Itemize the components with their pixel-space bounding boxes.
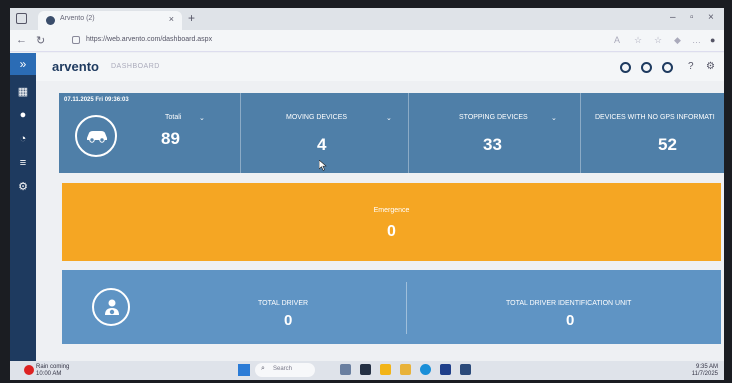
file-explorer-icon[interactable] bbox=[380, 364, 391, 375]
browser-titlebar: Arvento (2) × + – ▫ × bbox=[10, 8, 724, 30]
status-icon-2[interactable] bbox=[641, 62, 652, 73]
clock-date: 11/7/2025 bbox=[691, 371, 718, 377]
globe-icon[interactable]: ● bbox=[17, 109, 29, 121]
url-field[interactable]: https://web.arvento.com/dashboard.aspx bbox=[72, 33, 592, 49]
sidebar-toggle-icon[interactable]: » bbox=[10, 53, 36, 75]
tab-title: Arvento (2) bbox=[60, 15, 95, 22]
read-aloud-icon[interactable]: A bbox=[614, 35, 620, 45]
address-bar: ← ↻ https://web.arvento.com/dashboard.as… bbox=[10, 30, 724, 52]
help-icon[interactable]: ? bbox=[688, 61, 694, 72]
url-text: https://web.arvento.com/dashboard.aspx bbox=[86, 36, 213, 43]
extensions-icon[interactable]: ◆ bbox=[674, 35, 681, 46]
lock-icon bbox=[72, 36, 80, 44]
moving-label: MOVING DEVICES bbox=[286, 114, 348, 121]
driver-panel: TOTAL DRIVER 0 TOTAL DRIVER IDENTIFICATI… bbox=[62, 270, 721, 344]
task-view-icon[interactable] bbox=[360, 364, 371, 375]
vehicle-stats-panel: 07.11.2025 Fri 09:36:03 Totali ⌄ 89 MOVI… bbox=[59, 93, 724, 173]
no-gps-label: DEVICES WITH NO GPS INFORMATI bbox=[595, 114, 715, 121]
folder-app-icon[interactable] bbox=[400, 364, 411, 375]
new-tab-button[interactable]: + bbox=[188, 11, 195, 25]
minimize-icon[interactable]: – bbox=[670, 12, 676, 23]
browser-tab[interactable]: Arvento (2) × bbox=[38, 11, 182, 30]
maximize-icon[interactable]: ▫ bbox=[690, 12, 694, 23]
pie-chart-icon[interactable]: ◔ bbox=[17, 133, 29, 145]
status-icon-1[interactable] bbox=[620, 62, 631, 73]
taskbar-clock[interactable]: 9:35 AM 11/7/2025 bbox=[678, 364, 718, 378]
clock-time: 9:35 AM bbox=[695, 364, 718, 370]
total-unit-value: 0 bbox=[566, 312, 575, 329]
logo[interactable]: arvento bbox=[52, 59, 99, 74]
tools-icon[interactable]: ⚙ bbox=[17, 181, 29, 193]
store-app-icon[interactable] bbox=[440, 364, 451, 375]
logo-subtitle: DASHBOARD bbox=[111, 63, 160, 70]
mail-app-icon[interactable] bbox=[460, 364, 471, 375]
back-icon[interactable]: ← bbox=[16, 34, 27, 46]
stopping-value: 33 bbox=[483, 135, 502, 154]
sidebar: » ▦ ● ◔ ≡ ⚙ bbox=[10, 53, 36, 361]
widgets-app-icon[interactable] bbox=[340, 364, 351, 375]
driver-icon bbox=[92, 288, 130, 326]
screen: Arvento (2) × + – ▫ × ← ↻ https://web.ar… bbox=[10, 8, 724, 380]
taskbar-search[interactable]: ⌕ Search bbox=[255, 363, 315, 377]
no-gps-devices-cell[interactable]: DEVICES WITH NO GPS INFORMATI 52 bbox=[581, 93, 724, 173]
user-settings-icon[interactable]: ⚙ bbox=[706, 61, 715, 72]
total-driver-label: TOTAL DRIVER bbox=[258, 300, 309, 307]
close-window-icon[interactable]: × bbox=[708, 12, 714, 23]
search-placeholder: Search bbox=[273, 366, 293, 372]
edge-browser-icon[interactable] bbox=[420, 364, 431, 375]
app-header: arvento DASHBOARD ? ⚙ bbox=[36, 53, 724, 81]
status-icon-3[interactable] bbox=[662, 62, 673, 73]
tab-close-icon[interactable]: × bbox=[169, 14, 174, 24]
mouse-cursor-icon bbox=[318, 158, 327, 176]
filters-icon[interactable]: ≡ bbox=[17, 157, 29, 169]
no-gps-value: 52 bbox=[658, 135, 677, 154]
favicon-icon bbox=[46, 16, 55, 25]
search-icon: ⌕ bbox=[261, 365, 265, 372]
weather-widget[interactable]: Rain coming 10:00 AM bbox=[24, 364, 70, 378]
window-menu-icon[interactable] bbox=[16, 13, 27, 24]
chevron-down-icon[interactable]: ⌄ bbox=[551, 114, 557, 122]
total-unit-label: TOTAL DRIVER IDENTIFICATION UNIT bbox=[506, 300, 632, 307]
driver-divider bbox=[406, 282, 407, 334]
refresh-icon[interactable]: ↻ bbox=[36, 34, 45, 47]
favorites-bar-icon[interactable]: ☆ bbox=[654, 35, 662, 46]
weather-icon bbox=[24, 365, 34, 375]
chevron-down-icon[interactable]: ⌄ bbox=[386, 114, 392, 122]
start-icon[interactable] bbox=[238, 364, 250, 376]
chevron-down-icon[interactable]: ⌄ bbox=[199, 114, 205, 122]
taskbar: Rain coming 10:00 AM ⌕ Search 9:35 AM 11… bbox=[10, 361, 724, 380]
emergency-panel[interactable]: Emergence 0 bbox=[62, 183, 721, 261]
profile-icon[interactable]: ● bbox=[710, 35, 715, 45]
stopping-devices-cell[interactable]: STOPPING DEVICES ⌄ 33 bbox=[409, 93, 581, 173]
emergency-label: Emergence bbox=[373, 207, 410, 214]
stopping-label: STOPPING DEVICES bbox=[459, 114, 528, 121]
total-label: Totali bbox=[165, 114, 182, 121]
weather-line2: 10:00 AM bbox=[36, 371, 62, 377]
total-driver-value: 0 bbox=[284, 312, 293, 329]
moving-value: 4 bbox=[317, 135, 327, 154]
dashboard-icon[interactable]: ▦ bbox=[17, 86, 29, 98]
favorite-icon[interactable]: ☆ bbox=[634, 35, 642, 46]
total-devices-cell[interactable]: Totali ⌄ 89 bbox=[59, 93, 241, 173]
weather-line1: Rain coming bbox=[36, 364, 70, 370]
emergency-value: 0 bbox=[387, 223, 396, 240]
total-value: 89 bbox=[161, 129, 180, 148]
more-icon[interactable]: … bbox=[692, 35, 701, 45]
